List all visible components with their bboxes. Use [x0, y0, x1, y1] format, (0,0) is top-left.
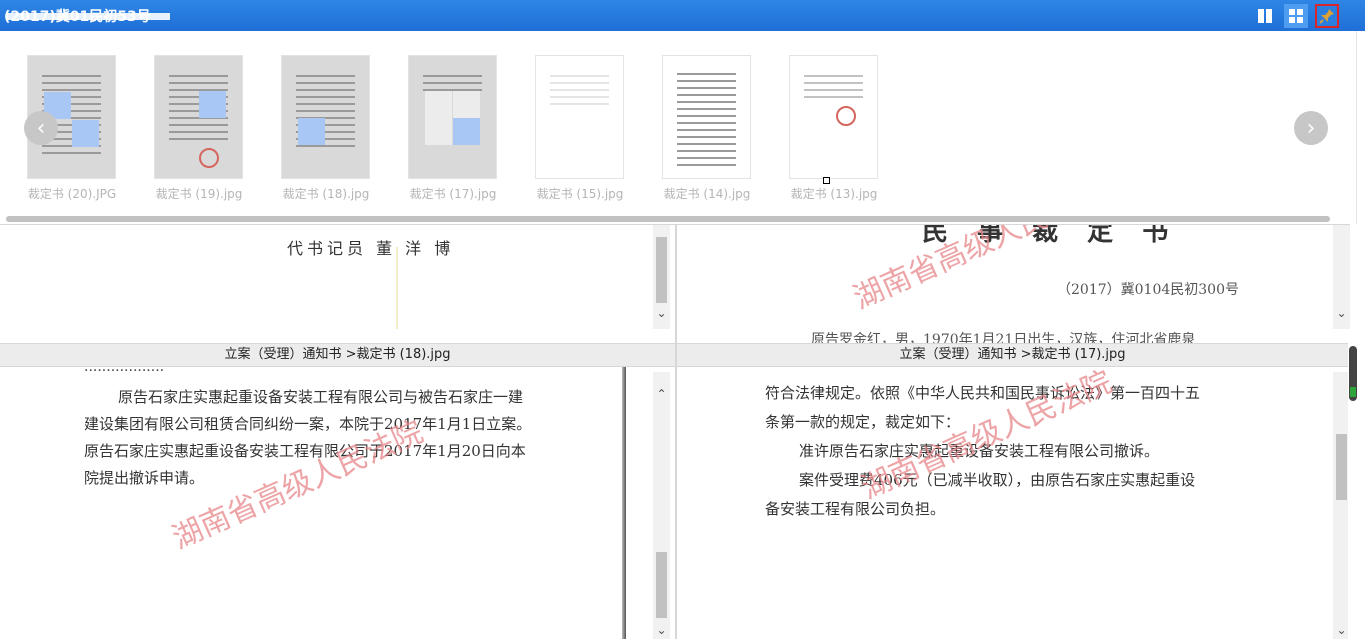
chevron-right-icon: ›: [1306, 115, 1316, 141]
pane-header-left: 立案（受理）通知书 >裁定书 (18).jpg: [0, 343, 675, 367]
document-text: ..................: [84, 367, 165, 375]
grid-view-button[interactable]: [1284, 4, 1308, 28]
title-bar: (2017)冀01民初53号: [0, 0, 1365, 31]
thumbnail-caption: 裁定书 (14).jpg: [663, 187, 751, 201]
thumbnail-caption: 裁定书 (17).jpg: [409, 187, 497, 201]
thumbnail-image: [535, 55, 624, 179]
thumbnail-caption: 裁定书 (13).jpg: [790, 187, 878, 201]
chevron-up-icon[interactable]: ⌃: [653, 386, 670, 403]
thumbnail-item[interactable]: 裁定书 (17).jpg: [408, 55, 498, 202]
thumbnail-item[interactable]: 裁定书 (15).jpg: [535, 55, 625, 202]
thumbnail-image: [408, 55, 497, 179]
horizontal-scrollbar[interactable]: [6, 216, 1330, 222]
viewer-pane-bottom-right[interactable]: 符合法律规定。依照《中华人民共和国民事诉讼法》第一百四十五 条第一款的规定，裁定…: [677, 367, 1348, 639]
vertical-scrollbar[interactable]: ⌄: [653, 225, 670, 329]
document-text: 原告罗金红，男，1970年1月21日出生，汉族，住河北省鹿泉: [811, 332, 1196, 343]
thumbnail-image: [789, 55, 878, 179]
two-column-icon: [1258, 9, 1272, 23]
split-view-button[interactable]: [1253, 4, 1277, 28]
thumbnail-image: [154, 55, 243, 179]
thumbnail-strip: 裁定书 (20).JPG 裁定书 (19).jpg 裁定书 (18).jpg 裁…: [0, 31, 1357, 224]
thumbnail-caption: 裁定书 (15).jpg: [536, 187, 624, 201]
thumbnail-image: [662, 55, 751, 179]
case-number: （2017）冀0104民初300号: [1057, 282, 1239, 298]
thumbnail-item[interactable]: 裁定书 (14).jpg: [662, 55, 752, 202]
pin-button[interactable]: [1315, 4, 1339, 28]
thumbnail-item[interactable]: 裁定书 (19).jpg: [154, 55, 244, 202]
chevron-down-icon[interactable]: ⌄: [1333, 305, 1350, 322]
thumbnail-item[interactable]: 裁定书 (18).jpg: [281, 55, 371, 202]
viewer-pane-bottom-left[interactable]: .................. 原告石家庄实惠起重设备安装工程有限公司与被…: [0, 367, 675, 639]
vertical-scrollbar[interactable]: ⌄: [1333, 225, 1350, 329]
thumbnail-caption: 裁定书 (19).jpg: [155, 187, 243, 201]
vertical-scrollbar[interactable]: ⌃ ⌄: [653, 372, 670, 639]
previous-button[interactable]: ‹: [24, 111, 58, 145]
thumbnail-caption: 裁定书 (18).jpg: [282, 187, 370, 201]
chevron-left-icon: ‹: [36, 115, 46, 141]
pin-icon: [1319, 9, 1334, 24]
page-crease: [396, 247, 398, 329]
document-text: 代书记员 董 洋 博: [287, 239, 455, 258]
chevron-down-icon[interactable]: ⌄: [653, 305, 670, 322]
page-edge: [622, 367, 626, 639]
thumbnail-item[interactable]: 裁定书 (13).jpg: [789, 55, 879, 202]
chevron-down-icon[interactable]: ⌄: [653, 622, 670, 639]
title-redaction: [6, 13, 170, 20]
next-button[interactable]: ›: [1294, 111, 1328, 145]
page-scrollbar[interactable]: [1348, 343, 1358, 639]
grid-icon: [1289, 9, 1303, 23]
thumbnail-image: [281, 55, 370, 179]
thumbnail-caption: 裁定书 (20).JPG: [27, 187, 117, 201]
chevron-down-icon[interactable]: ⌄: [1333, 622, 1348, 639]
vertical-scrollbar[interactable]: ⌄: [1333, 372, 1348, 639]
viewer-pane-top-left[interactable]: 代书记员 董 洋 博 ⌄: [0, 224, 675, 343]
viewer-pane-top-right[interactable]: 民 事 裁 定 书 （2017）冀0104民初300号 原告罗金红，男，1970…: [677, 224, 1350, 343]
resize-handle[interactable]: [823, 177, 830, 184]
pane-divider[interactable]: [675, 224, 677, 639]
pane-header-right: 立案（受理）通知书 >裁定书 (17).jpg: [677, 343, 1348, 367]
